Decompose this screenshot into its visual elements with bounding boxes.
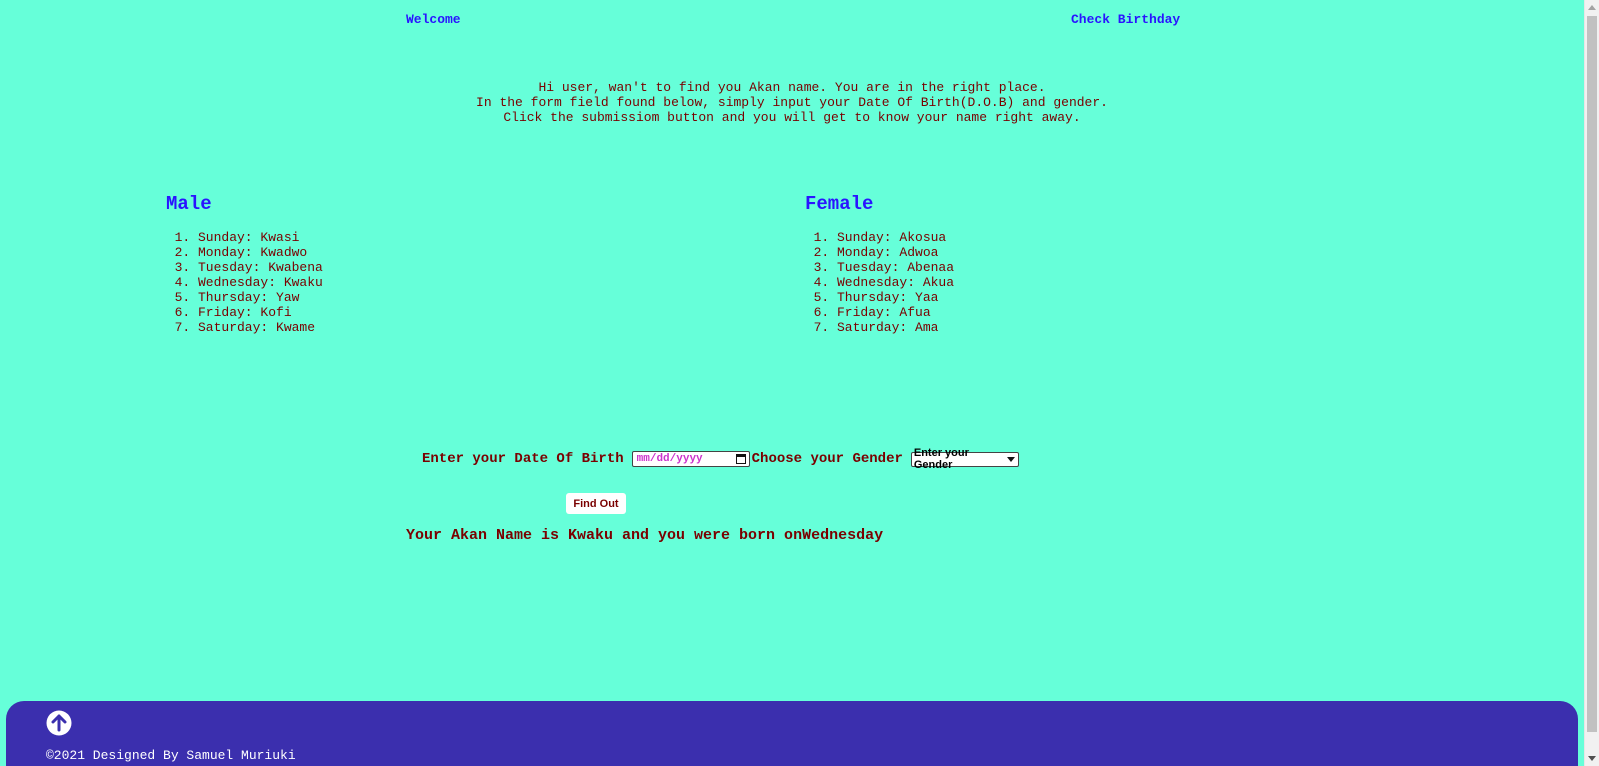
intro-line-1: Hi user, wan't to find you Akan name. Yo…: [538, 80, 1046, 95]
copyright-text: ©2021 Designed By Samuel Muriuki: [46, 748, 296, 763]
page: Welcome Check Birthday Hi user, wan't to…: [0, 0, 1584, 766]
female-heading: Female: [805, 193, 874, 215]
birthday-form: Enter your Date Of Birth mm/dd/yyyy Choo…: [422, 447, 1019, 471]
footer: ©2021 Designed By Samuel Muriuki: [6, 701, 1578, 766]
female-name-item: Tuesday: Abenaa: [837, 260, 954, 275]
scroll-up-icon[interactable]: [1588, 5, 1596, 10]
gender-select[interactable]: Enter your Gender: [910, 447, 1019, 471]
female-name-item: Saturday: Ama: [837, 320, 954, 335]
calendar-icon[interactable]: [735, 454, 746, 464]
male-name-item: Thursday: Yaw: [198, 290, 323, 305]
male-names-list: Sunday: Kwasi Monday: Kwadwo Tuesday: Kw…: [166, 230, 323, 335]
scrollbar-thumb[interactable]: [1587, 16, 1597, 732]
find-out-button[interactable]: Find Out: [566, 493, 626, 514]
intro-text: Hi user, wan't to find you Akan name. Yo…: [0, 80, 1584, 125]
female-names-section: Female Sunday: Akosua Monday: Adwoa Tues…: [805, 192, 954, 335]
male-name-item: Saturday: Kwame: [198, 320, 323, 335]
result-text: Your Akan Name is Kwaku and you were bor…: [406, 527, 884, 544]
arrow-up-circle-icon[interactable]: [46, 710, 72, 736]
female-names-list: Sunday: Akosua Monday: Adwoa Tuesday: Ab…: [805, 230, 954, 335]
male-name-item: Wednesday: Kwaku: [198, 275, 323, 290]
gender-label: Choose your Gender: [751, 451, 903, 467]
male-name-item: Monday: Kwadwo: [198, 245, 323, 260]
female-name-item: Monday: Adwoa: [837, 245, 954, 260]
male-name-item: Friday: Kofi: [198, 305, 323, 320]
dob-label: Enter your Date Of Birth: [422, 451, 624, 467]
dob-date-input[interactable]: mm/dd/yyyy: [631, 451, 750, 467]
chevron-down-icon: [1006, 456, 1015, 462]
gender-selected-value: Enter your Gender: [913, 447, 969, 471]
intro-line-2: In the form field found below, simply in…: [476, 95, 1108, 110]
female-name-item: Wednesday: Akua: [837, 275, 954, 290]
female-name-item: Friday: Afua: [837, 305, 954, 320]
female-name-item: Sunday: Akosua: [837, 230, 954, 245]
dob-placeholder: mm/dd/yyyy: [636, 453, 703, 465]
male-name-item: Tuesday: Kwabena: [198, 260, 323, 275]
scroll-down-icon[interactable]: [1588, 756, 1596, 761]
vertical-scrollbar[interactable]: [1584, 0, 1599, 766]
intro-line-3: Click the submissiom button and you will…: [503, 110, 1081, 125]
male-heading: Male: [166, 193, 212, 215]
nav-welcome-link[interactable]: Welcome: [406, 12, 461, 27]
nav-check-birthday-link[interactable]: Check Birthday: [1071, 12, 1180, 27]
male-names-section: Male Sunday: Kwasi Monday: Kwadwo Tuesda…: [166, 192, 323, 335]
male-name-item: Sunday: Kwasi: [198, 230, 323, 245]
female-name-item: Thursday: Yaa: [837, 290, 954, 305]
